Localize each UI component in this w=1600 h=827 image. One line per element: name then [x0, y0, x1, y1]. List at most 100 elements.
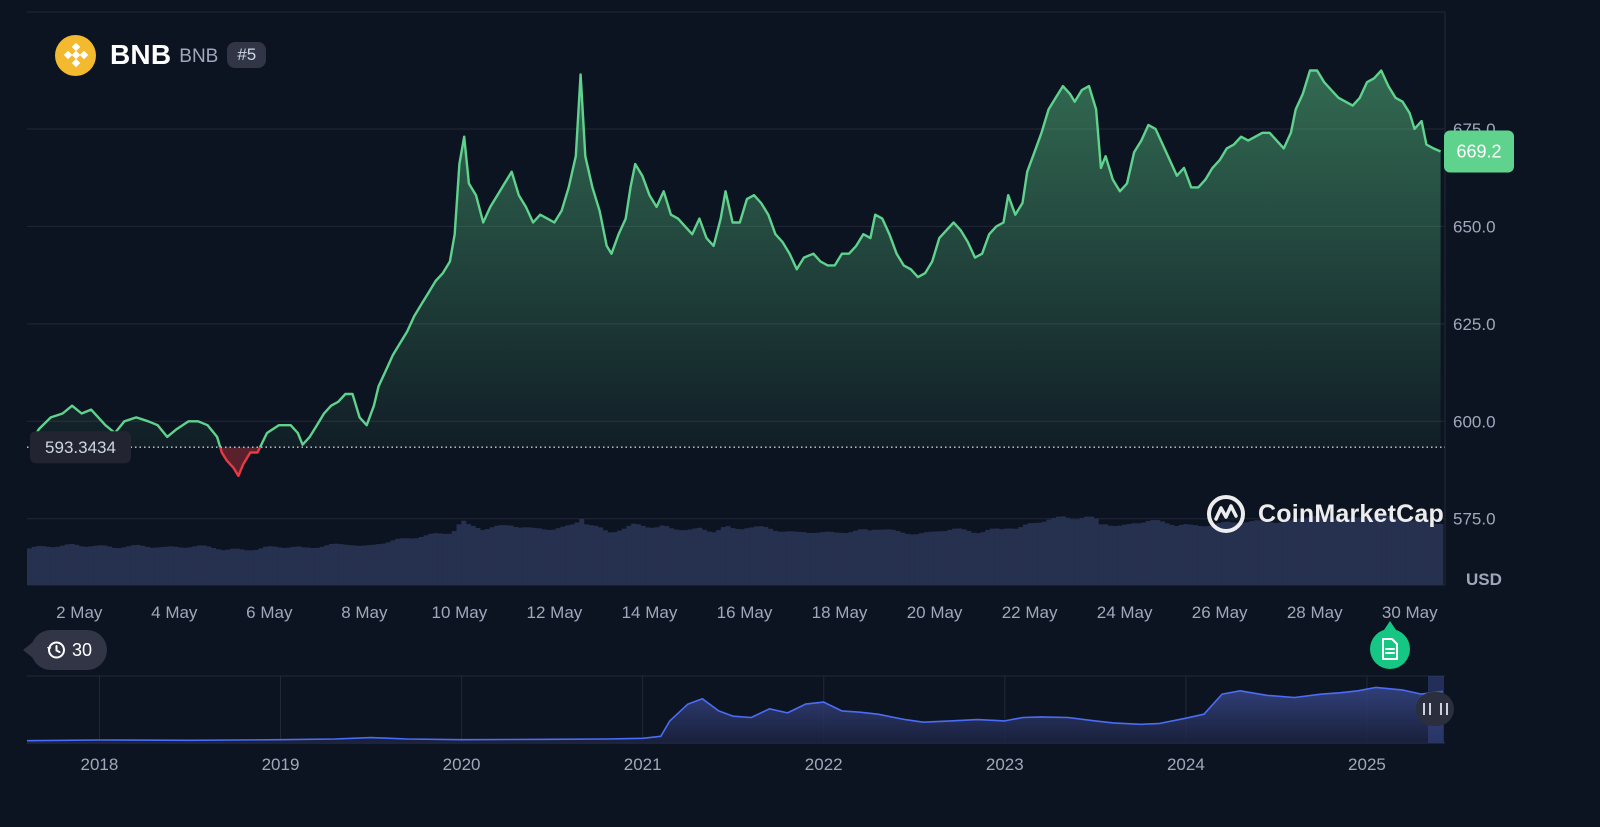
volume-bar: [1112, 526, 1118, 585]
volume-bar: [810, 532, 816, 585]
volume-bar: [239, 549, 245, 585]
volume-bar: [612, 532, 618, 585]
volume-bar: [1173, 525, 1179, 585]
volume-bar: [928, 531, 934, 585]
volume-bar: [857, 529, 863, 585]
volume-bar: [541, 529, 547, 585]
volume-bar: [423, 535, 429, 585]
volume-bar: [371, 544, 377, 585]
watermark-text: CoinMarketCap: [1258, 499, 1444, 528]
baseline-label: 593.3434: [45, 438, 116, 457]
volume-bar: [933, 531, 939, 585]
volume-bar: [347, 545, 353, 585]
volume-bar: [45, 546, 51, 585]
volume-bar: [234, 548, 240, 585]
volume-bar: [159, 547, 165, 585]
volume-bar: [772, 530, 778, 585]
x-tick-label: 4 May: [151, 603, 198, 622]
notes-button[interactable]: [1370, 621, 1410, 669]
y-tick-label: 575.0: [1453, 510, 1496, 529]
volume-bar: [574, 522, 580, 585]
volume-bar: [593, 525, 599, 585]
volume-bar: [187, 547, 193, 585]
volume-bar: [942, 531, 948, 585]
volume-bar: [111, 547, 117, 585]
volume-bar: [206, 546, 212, 585]
volume-bar: [626, 525, 632, 585]
volume-bar: [489, 527, 495, 585]
x-tick-label: 28 May: [1287, 603, 1343, 622]
volume-bar: [664, 526, 670, 585]
navigator-x-tick-label: 2018: [81, 755, 119, 774]
volume-bar: [716, 530, 722, 585]
navigator-area: [27, 687, 1443, 743]
volume-bar: [414, 538, 420, 585]
bnb-logo-icon: [55, 34, 96, 76]
price-chart[interactable]: 575.0600.0625.0650.0675.0593.3434669.2US…: [0, 0, 1600, 827]
volume-bar: [83, 546, 89, 585]
volume-bar: [937, 531, 943, 585]
volume-bar: [508, 525, 514, 585]
x-tick-label: 24 May: [1097, 603, 1153, 622]
volume-bar: [904, 533, 910, 585]
volume-bar: [706, 531, 712, 585]
volume-bar: [895, 531, 901, 585]
volume-bar: [753, 526, 759, 585]
y-tick-label: 650.0: [1453, 217, 1496, 236]
volume-bar: [258, 548, 264, 585]
volume-bar: [819, 532, 825, 585]
navigator-handle[interactable]: [1416, 692, 1454, 726]
volume-bar: [173, 546, 179, 585]
volume-bar: [640, 525, 646, 585]
volume-bar: [782, 531, 788, 585]
volume-bar: [272, 546, 278, 585]
rank-badge: #5: [227, 42, 267, 68]
volume-bar: [1207, 525, 1213, 585]
volume-bar: [900, 532, 906, 585]
time-range-button[interactable]: 30: [23, 630, 107, 670]
volume-bar: [1183, 524, 1189, 585]
volume-bar: [956, 528, 962, 585]
x-tick-label: 10 May: [432, 603, 488, 622]
volume-bar: [985, 529, 991, 585]
volume-bar: [697, 527, 703, 585]
volume-bar: [1018, 527, 1024, 585]
volume-bar: [1079, 517, 1085, 585]
volume-bar: [862, 529, 868, 585]
volume-bar: [145, 546, 151, 585]
volume-bar: [126, 546, 132, 585]
navigator-x-tick-label: 2019: [262, 755, 300, 774]
volume-bar: [1202, 526, 1208, 585]
volume-bar: [69, 543, 75, 585]
volume-bar: [74, 544, 80, 585]
volume-bar: [692, 528, 698, 585]
volume-bar: [192, 546, 198, 585]
volume-bar: [451, 531, 457, 585]
volume-bar: [513, 526, 519, 585]
volume-bar: [116, 548, 122, 585]
x-tick-label: 18 May: [812, 603, 868, 622]
volume-bar: [300, 547, 306, 585]
volume-bar: [919, 533, 925, 585]
volume-bar: [41, 546, 47, 585]
volume-bar: [442, 533, 448, 585]
volume-bar: [961, 529, 967, 585]
x-tick-label: 30 May: [1382, 603, 1438, 622]
volume-bar: [1103, 524, 1109, 585]
volume-bar: [484, 529, 490, 585]
volume-bar: [952, 528, 958, 585]
volume-bar: [64, 544, 70, 585]
volume-bar: [1041, 521, 1047, 585]
volume-bar: [824, 531, 830, 585]
volume-bar: [211, 547, 217, 585]
volume-bar: [1089, 516, 1095, 585]
currency-label: USD: [1466, 570, 1502, 589]
y-tick-label: 625.0: [1453, 315, 1496, 334]
volume-bar: [1022, 524, 1028, 585]
volume-bar: [1155, 520, 1161, 585]
volume-bar: [569, 524, 575, 585]
volume-bar: [314, 547, 320, 585]
volume-bar: [980, 532, 986, 585]
volume-bar: [27, 548, 33, 585]
volume-bar: [432, 533, 438, 585]
